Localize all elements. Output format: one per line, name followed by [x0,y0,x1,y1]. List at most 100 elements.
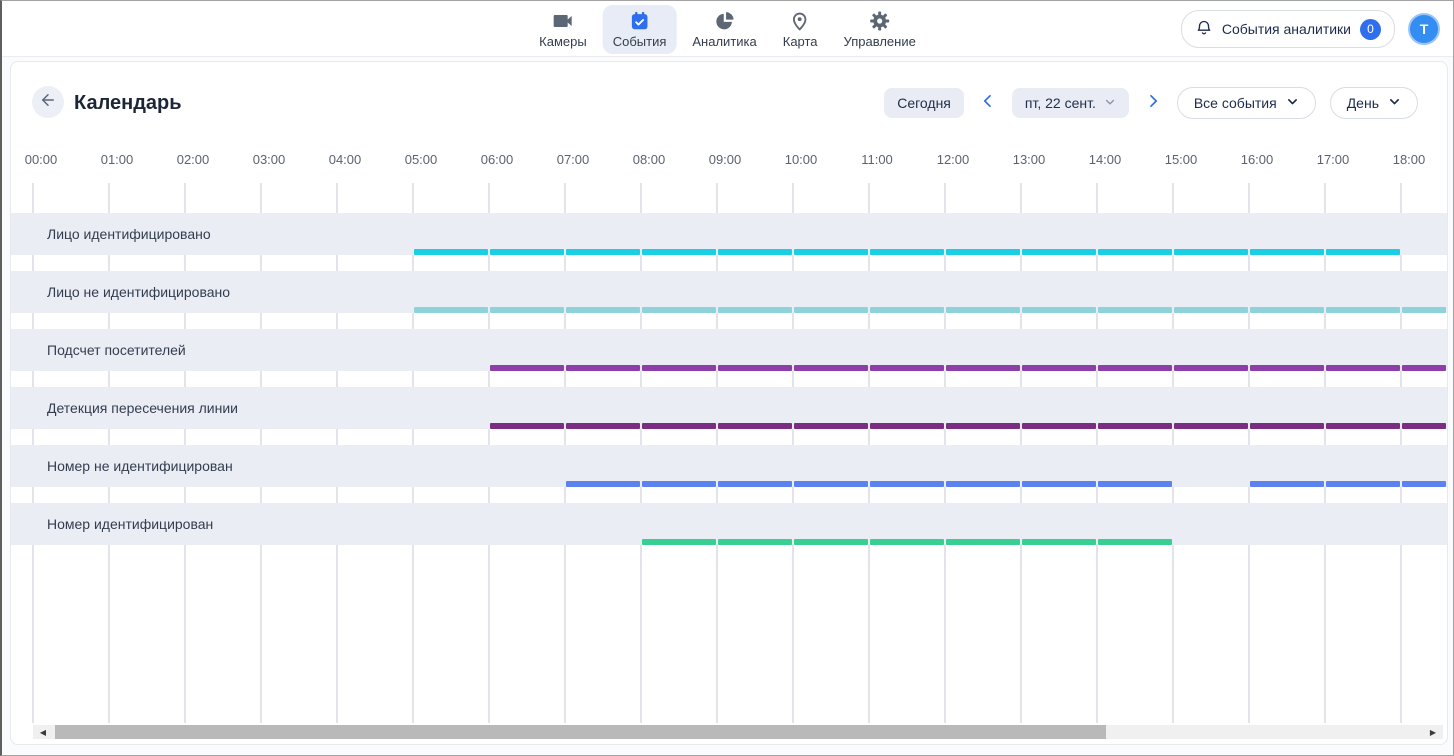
nav-item-analytics[interactable]: Аналитика [682,5,766,54]
event-bar-segment[interactable] [794,249,868,255]
event-bar-segment[interactable] [1250,365,1324,371]
event-bar-segment[interactable] [1098,481,1172,487]
event-bar-segment[interactable] [870,423,944,429]
event-bar-segment[interactable] [1250,307,1324,313]
event-bar-segment[interactable] [642,365,716,371]
event-bar-segment[interactable] [1326,249,1400,255]
nav-item-management[interactable]: Управление [834,5,926,54]
event-bar-segment[interactable] [490,307,564,313]
event-bar-segment[interactable] [566,481,640,487]
event-bar-segment[interactable] [414,307,488,313]
event-bar-segment[interactable] [946,365,1020,371]
event-bar-segment[interactable] [1022,539,1096,545]
event-bar-segment[interactable] [1022,249,1096,255]
event-bar-segment[interactable] [1098,539,1172,545]
event-bar-segment[interactable] [490,249,564,255]
event-bar-segment[interactable] [718,249,792,255]
nav-item-cameras[interactable]: Камеры [529,5,597,54]
nav-label: Карта [783,34,818,49]
event-bar-segment[interactable] [1326,365,1400,371]
back-button[interactable] [32,86,64,118]
event-bar-segment[interactable] [1022,481,1096,487]
event-bar-segment[interactable] [1402,307,1446,313]
triangle-right-icon[interactable]: ▶ [1425,725,1441,739]
event-bar-segment[interactable] [566,423,640,429]
event-bar-segment[interactable] [1174,249,1248,255]
event-bar-segment[interactable] [794,539,868,545]
event-bar-segment[interactable] [642,423,716,429]
event-bar-segment[interactable] [1402,365,1446,371]
hour-label: 14:00 [1089,152,1122,167]
map-pin-icon [789,10,811,32]
hour-label: 02:00 [177,152,210,167]
event-bar-segment[interactable] [1022,365,1096,371]
event-bar-segment[interactable] [490,423,564,429]
scrollbar-thumb[interactable] [55,725,1106,739]
event-bar-segment[interactable] [1022,423,1096,429]
event-bar-segment[interactable] [1022,307,1096,313]
hour-label: 18:00 [1393,152,1426,167]
event-bar-segment[interactable] [566,249,640,255]
event-bar-segment[interactable] [1098,249,1172,255]
triangle-left-icon[interactable]: ◀ [35,725,51,739]
event-bar-segment[interactable] [642,249,716,255]
event-bar-segment[interactable] [1326,481,1400,487]
event-bar-segment[interactable] [870,307,944,313]
timeline-row-label: Лицо идентифицировано [47,226,211,242]
view-mode-dropdown[interactable]: День [1330,87,1418,119]
event-bar-segment[interactable] [642,539,716,545]
hour-label: 16:00 [1241,152,1274,167]
event-bar-segment[interactable] [794,307,868,313]
next-day-button[interactable] [1143,93,1163,112]
event-bar-segment[interactable] [870,481,944,487]
hour-label: 08:00 [633,152,666,167]
chevron-down-icon [1388,95,1401,111]
event-bar-segment[interactable] [1174,423,1248,429]
event-bar-segment[interactable] [566,365,640,371]
event-bar-segment[interactable] [1250,481,1324,487]
date-picker-button[interactable]: пт, 22 сент. [1012,88,1129,118]
nav-item-events[interactable]: События [603,5,677,54]
event-bar-segment[interactable] [490,365,564,371]
event-bar-segment[interactable] [718,481,792,487]
horizontal-scrollbar[interactable]: ◀ ▶ [33,725,1443,739]
event-bar-segment[interactable] [1250,423,1324,429]
nav-item-map[interactable]: Карта [773,5,828,54]
event-bar-segment[interactable] [718,423,792,429]
event-bar-segment[interactable] [718,539,792,545]
event-bar-segment[interactable] [946,481,1020,487]
prev-day-button[interactable] [978,93,998,112]
event-bar-segment[interactable] [642,307,716,313]
event-bar-segment[interactable] [794,365,868,371]
event-bar-segment[interactable] [718,365,792,371]
event-bar-segment[interactable] [414,249,488,255]
event-bar-segment[interactable] [1326,423,1400,429]
today-button[interactable]: Сегодня [884,88,964,118]
event-bar-segment[interactable] [1402,423,1446,429]
event-bar-segment[interactable] [794,481,868,487]
event-bar-segment[interactable] [870,249,944,255]
event-bar-segment[interactable] [1098,365,1172,371]
event-bar-segment[interactable] [1174,365,1248,371]
event-bar-segment[interactable] [794,423,868,429]
event-bar-segment[interactable] [946,423,1020,429]
analytics-events-button[interactable]: События аналитики 0 [1181,10,1395,48]
event-bar-segment[interactable] [870,539,944,545]
event-bar-segment[interactable] [946,249,1020,255]
event-bar-segment[interactable] [870,365,944,371]
event-bar-segment[interactable] [566,307,640,313]
event-filter-dropdown[interactable]: Все события [1177,87,1316,119]
event-bar-segment[interactable] [1326,307,1400,313]
event-bar-segment[interactable] [718,307,792,313]
event-bar-segment[interactable] [946,539,1020,545]
user-avatar[interactable]: T [1408,13,1440,45]
event-bar-segment[interactable] [1174,307,1248,313]
event-bar-segment[interactable] [1250,249,1324,255]
event-bar-segment[interactable] [946,307,1020,313]
event-bar-segment[interactable] [642,481,716,487]
arrow-left-icon [39,91,57,114]
timeline-row-label: Детекция пересечения линии [47,400,238,416]
event-bar-segment[interactable] [1098,307,1172,313]
event-bar-segment[interactable] [1402,481,1446,487]
event-bar-segment[interactable] [1098,423,1172,429]
